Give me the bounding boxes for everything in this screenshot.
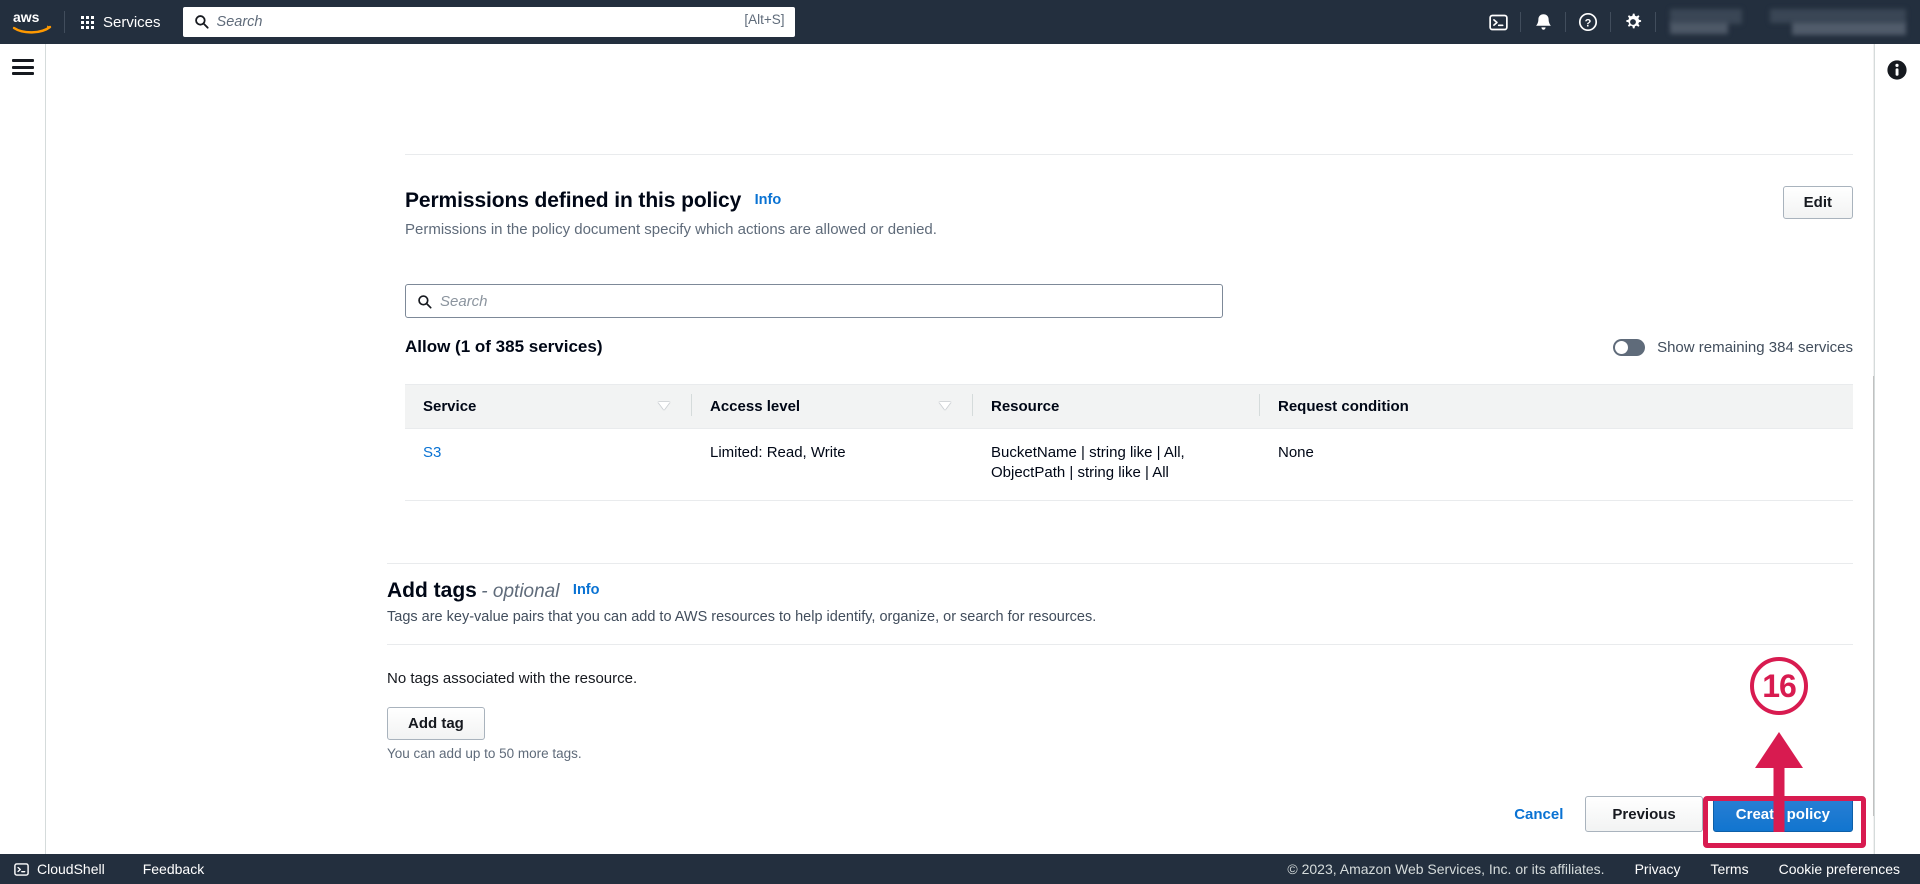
account-menu[interactable]: [1756, 0, 1920, 44]
tags-title: Add tags: [387, 579, 477, 602]
footer-left-group: CloudShell Feedback: [0, 861, 204, 877]
grid-menu-icon: [81, 15, 94, 29]
cancel-button[interactable]: Cancel: [1502, 796, 1575, 832]
help-question-icon[interactable]: ?: [1566, 0, 1610, 44]
cell-request-condition: None: [1260, 428, 1853, 501]
column-header-service[interactable]: Service: [405, 384, 692, 429]
permissions-table: Service Access level Resource Request co…: [405, 384, 1853, 501]
column-header-access-level[interactable]: Access level: [692, 384, 973, 429]
account-menu-blurred: [1770, 9, 1906, 35]
cell-access-level: Limited: Read, Write: [692, 428, 973, 501]
permissions-table-head: Service Access level Resource Request co…: [405, 384, 1853, 429]
cloudshell-icon: [14, 862, 29, 876]
service-link-s3[interactable]: S3: [423, 444, 441, 461]
aws-logo-icon: aws: [12, 9, 52, 34]
resource-line-2: ObjectPath | string like | All: [991, 464, 1169, 482]
footer-right-group: © 2023, Amazon Web Services, Inc. or its…: [1287, 861, 1920, 877]
tags-body: No tags associated with the resource. Ad…: [387, 670, 1853, 761]
allow-summary-row: Allow (1 of 385 services) Show remaining…: [405, 337, 1853, 357]
footer-feedback-link[interactable]: Feedback: [143, 861, 204, 877]
tags-section-header: Add tags - optional Info Tags are key-va…: [387, 579, 1853, 625]
search-icon: [418, 295, 432, 309]
footer-copyright: © 2023, Amazon Web Services, Inc. or its…: [1287, 861, 1605, 877]
permissions-info-link[interactable]: Info: [755, 192, 782, 208]
tags-body-rule: [387, 644, 1853, 645]
search-shortcut-hint: [Alt+S]: [744, 12, 785, 27]
notifications-bell-icon[interactable]: [1521, 0, 1565, 44]
tags-section-rule: [387, 563, 1853, 564]
toggle-knob: [1615, 340, 1629, 354]
table-header-row: Service Access level Resource Request co…: [405, 384, 1853, 429]
wizard-action-bar: Cancel Previous Create policy: [387, 796, 1853, 832]
region-selector[interactable]: [1656, 0, 1756, 44]
toggle-switch[interactable]: [1613, 338, 1646, 356]
sidebar-toggle-icon[interactable]: [12, 59, 34, 75]
info-panel-icon[interactable]: [1886, 59, 1908, 81]
sort-service-icon[interactable]: [658, 402, 670, 410]
permissions-title: Permissions defined in this policy: [405, 189, 742, 212]
top-navigation-bar: aws Services [Alt+S]: [0, 0, 1920, 44]
permissions-section-top-rule: [405, 154, 1853, 155]
footer-link-cookie-preferences[interactable]: Cookie preferences: [1779, 861, 1900, 877]
permissions-search-input[interactable]: [406, 285, 1222, 317]
column-header-request-condition[interactable]: Request condition: [1260, 384, 1853, 429]
permissions-section-header: Permissions defined in this policy Info …: [405, 186, 1853, 238]
page-footer: CloudShell Feedback © 2023, Amazon Web S…: [0, 854, 1920, 884]
cell-service: S3: [405, 428, 692, 501]
permissions-search-row: [405, 284, 1853, 318]
aws-logo[interactable]: aws: [0, 0, 64, 44]
tags-optional-label: - optional: [481, 581, 560, 602]
tags-limit-hint: You can add up to 50 more tags.: [387, 746, 582, 761]
edit-permissions-button[interactable]: Edit: [1782, 186, 1853, 219]
region-selector-blurred: [1670, 9, 1742, 35]
permissions-table-body: S3 Limited: Read, Write BucketName | str…: [405, 428, 1853, 501]
main-content-area: Permissions defined in this policy Info …: [47, 44, 1873, 854]
svg-text:aws: aws: [13, 9, 40, 25]
footer-cloudshell-label: CloudShell: [37, 861, 105, 877]
table-row: S3 Limited: Read, Write BucketName | str…: [405, 428, 1853, 501]
resource-line-1: BucketName | string like | All,: [991, 444, 1185, 461]
left-sidebar-rail: [0, 44, 46, 854]
global-search-box[interactable]: [Alt+S]: [182, 7, 795, 37]
cell-resource: BucketName | string like | All, ObjectPa…: [973, 428, 1260, 501]
footer-link-terms[interactable]: Terms: [1710, 861, 1748, 877]
permissions-description: Permissions in the policy document speci…: [405, 221, 937, 238]
permissions-search-box[interactable]: [405, 284, 1223, 318]
search-icon: [194, 15, 209, 29]
no-tags-message: No tags associated with the resource.: [387, 670, 638, 687]
services-label: Services: [103, 13, 161, 31]
svg-text:?: ?: [1585, 17, 1592, 29]
previous-button[interactable]: Previous: [1585, 796, 1703, 832]
right-sidebar-rail: [1874, 44, 1920, 854]
column-header-resource[interactable]: Resource: [973, 384, 1260, 429]
services-menu-button[interactable]: Services: [65, 0, 175, 44]
footer-cloudshell-button[interactable]: CloudShell: [14, 861, 105, 877]
add-tag-button[interactable]: Add tag: [387, 707, 485, 740]
permissions-table-wrapper: Service Access level Resource Request co…: [405, 384, 1853, 501]
footer-link-privacy[interactable]: Privacy: [1635, 861, 1681, 877]
sort-access-level-icon[interactable]: [939, 402, 951, 410]
nav-right-group: ?: [1476, 0, 1920, 44]
toggle-label: Show remaining 384 services: [1657, 338, 1853, 356]
global-search-input[interactable]: [182, 7, 795, 37]
allow-services-count: Allow (1 of 385 services): [405, 337, 603, 356]
tags-info-link[interactable]: Info: [573, 582, 600, 598]
cloudshell-icon[interactable]: [1476, 0, 1520, 44]
show-remaining-services-toggle[interactable]: Show remaining 384 services: [1613, 338, 1853, 356]
create-policy-button[interactable]: Create policy: [1712, 796, 1853, 832]
tags-description: Tags are key-value pairs that you can ad…: [387, 609, 1097, 625]
settings-gear-icon[interactable]: [1611, 0, 1655, 44]
